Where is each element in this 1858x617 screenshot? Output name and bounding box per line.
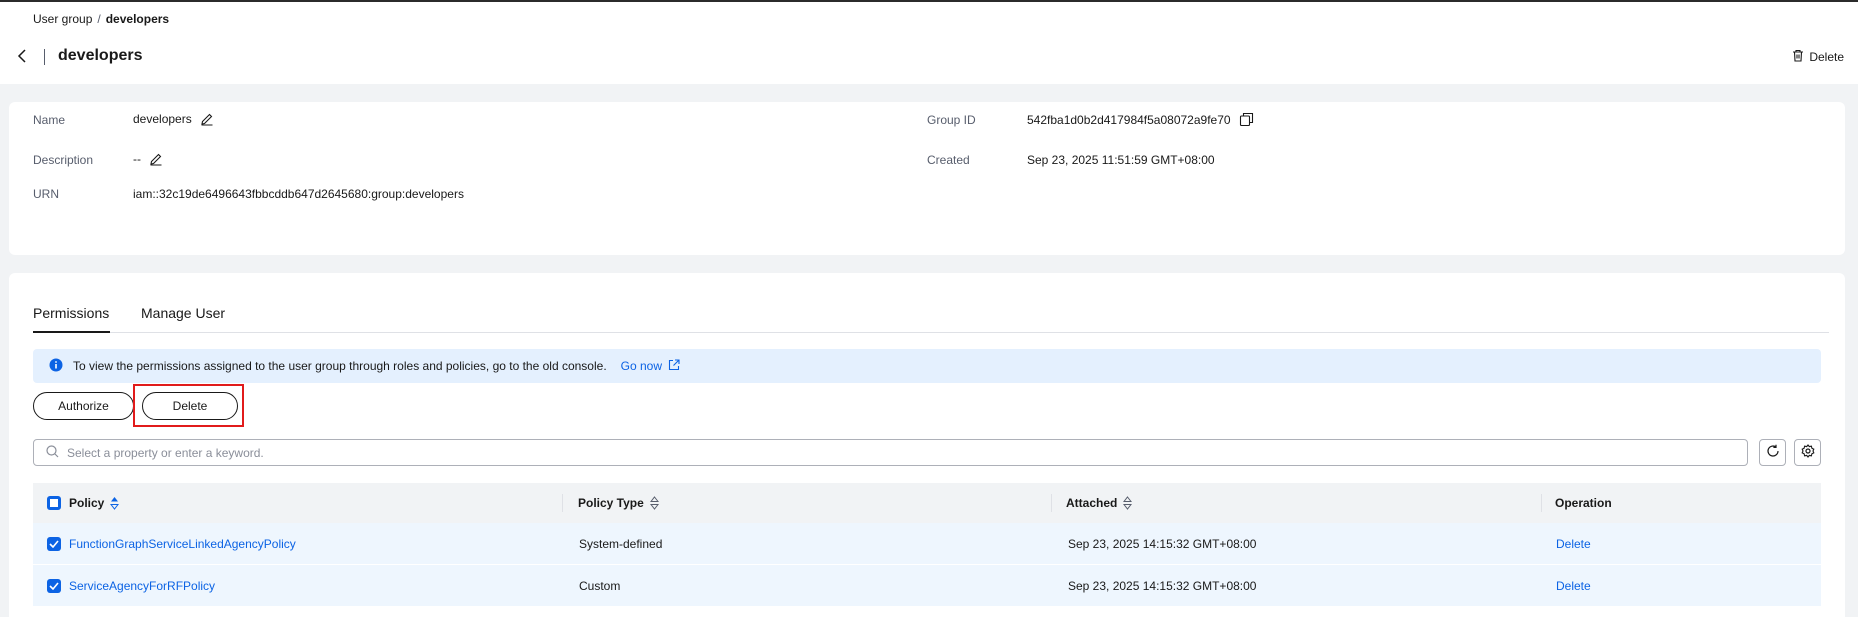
select-all-checkbox[interactable] bbox=[47, 496, 61, 510]
urn-label: URN bbox=[33, 187, 59, 201]
column-divider bbox=[562, 494, 563, 512]
breadcrumb-parent[interactable]: User group bbox=[33, 12, 92, 26]
page-title: developers bbox=[58, 47, 143, 64]
header-policy-type-label: Policy Type bbox=[578, 496, 644, 510]
name-field: developers bbox=[133, 112, 214, 126]
policy-type-cell: Custom bbox=[579, 578, 621, 593]
edit-name-icon[interactable] bbox=[200, 112, 214, 126]
sort-icon[interactable] bbox=[649, 496, 659, 510]
group-id-value: 542fba1d0b2d417984f5a08072a9fe70 bbox=[1027, 112, 1231, 127]
group-id-field: 542fba1d0b2d417984f5a08072a9fe70 bbox=[1027, 112, 1254, 127]
authorize-button[interactable]: Authorize bbox=[33, 392, 134, 420]
description-label: Description bbox=[33, 153, 94, 167]
policy-link[interactable]: FunctionGraphServiceLinkedAgencyPolicy bbox=[69, 537, 296, 551]
row-delete-link[interactable]: Delete bbox=[1556, 565, 1591, 606]
header-policy: Policy bbox=[47, 483, 120, 523]
go-now-label: Go now bbox=[620, 359, 663, 373]
table-row[interactable]: ServiceAgencyForRFPolicy Custom Sep 23, … bbox=[33, 565, 1821, 607]
tab-bar: Permissions Manage User bbox=[33, 273, 1829, 333]
header-attached-label: Attached bbox=[1066, 496, 1118, 510]
header-operation: Operation bbox=[1555, 496, 1612, 510]
group-info-card: Name developers Description -- URN iam::… bbox=[9, 102, 1845, 255]
column-divider bbox=[1541, 494, 1542, 512]
name-label: Name bbox=[33, 113, 66, 127]
column-divider bbox=[1051, 494, 1052, 512]
urn-value: iam::32c19de6496643fbbcddb647d2645680:gr… bbox=[133, 187, 464, 201]
info-icon bbox=[49, 358, 63, 375]
breadcrumb: User group / developers bbox=[33, 12, 169, 26]
notice-text: To view the permissions assigned to the … bbox=[73, 359, 607, 373]
created-label: Created bbox=[927, 153, 970, 167]
breadcrumb-current: developers bbox=[105, 12, 170, 26]
tab-manage-user[interactable]: Manage User bbox=[141, 305, 225, 333]
header-policy-type: Policy Type bbox=[578, 483, 659, 523]
tab-permissions[interactable]: Permissions bbox=[33, 305, 110, 333]
title-divider bbox=[44, 49, 45, 65]
permissions-card: Permissions Manage User To view the perm… bbox=[9, 273, 1845, 617]
created-value: Sep 23, 2025 11:51:59 GMT+08:00 bbox=[1027, 153, 1215, 167]
edit-description-icon[interactable] bbox=[149, 152, 163, 166]
header-policy-label: Policy bbox=[69, 496, 105, 510]
back-arrow-icon[interactable] bbox=[12, 46, 32, 66]
group-id-label: Group ID bbox=[927, 113, 976, 127]
sort-icon[interactable] bbox=[1123, 496, 1133, 510]
settings-button[interactable] bbox=[1794, 439, 1821, 466]
external-link-icon bbox=[668, 358, 680, 374]
refresh-button[interactable] bbox=[1759, 439, 1786, 466]
refresh-icon bbox=[1766, 444, 1780, 461]
policy-cell: ServiceAgencyForRFPolicy bbox=[47, 565, 215, 606]
policy-link[interactable]: ServiceAgencyForRFPolicy bbox=[69, 579, 215, 593]
row-checkbox[interactable] bbox=[47, 578, 61, 593]
go-now-link[interactable]: Go now bbox=[620, 358, 680, 374]
sort-icon[interactable] bbox=[110, 496, 120, 510]
name-value: developers bbox=[133, 112, 192, 126]
table-row[interactable]: FunctionGraphServiceLinkedAgencyPolicy S… bbox=[33, 523, 1821, 565]
attached-cell: Sep 23, 2025 14:15:32 GMT+08:00 bbox=[1068, 578, 1257, 593]
highlight-box bbox=[133, 384, 244, 427]
settings-icon bbox=[1800, 444, 1815, 461]
trash-icon bbox=[1792, 49, 1804, 65]
row-delete-link[interactable]: Delete bbox=[1556, 523, 1591, 564]
header-attached: Attached bbox=[1066, 483, 1133, 523]
search-bar[interactable] bbox=[33, 439, 1748, 466]
search-icon bbox=[46, 444, 59, 461]
table-header: Policy Policy Type Attached Operation bbox=[33, 483, 1821, 523]
row-checkbox[interactable] bbox=[47, 536, 61, 551]
policy-cell: FunctionGraphServiceLinkedAgencyPolicy bbox=[47, 523, 296, 564]
attached-cell: Sep 23, 2025 14:15:32 GMT+08:00 bbox=[1068, 536, 1257, 551]
page-header: User group / developers developers Delete bbox=[0, 2, 1858, 84]
info-notice: To view the permissions assigned to the … bbox=[33, 349, 1821, 383]
copy-icon[interactable] bbox=[1239, 112, 1254, 127]
policy-type-cell: System-defined bbox=[579, 536, 663, 551]
description-field: -- bbox=[133, 152, 163, 166]
search-input[interactable] bbox=[67, 445, 1747, 460]
breadcrumb-separator: / bbox=[97, 12, 101, 26]
delete-group-button[interactable]: Delete bbox=[1792, 49, 1844, 65]
description-value: -- bbox=[133, 152, 141, 166]
policy-table: Policy Policy Type Attached Operation Fu… bbox=[33, 483, 1821, 607]
delete-group-label: Delete bbox=[1809, 50, 1844, 64]
